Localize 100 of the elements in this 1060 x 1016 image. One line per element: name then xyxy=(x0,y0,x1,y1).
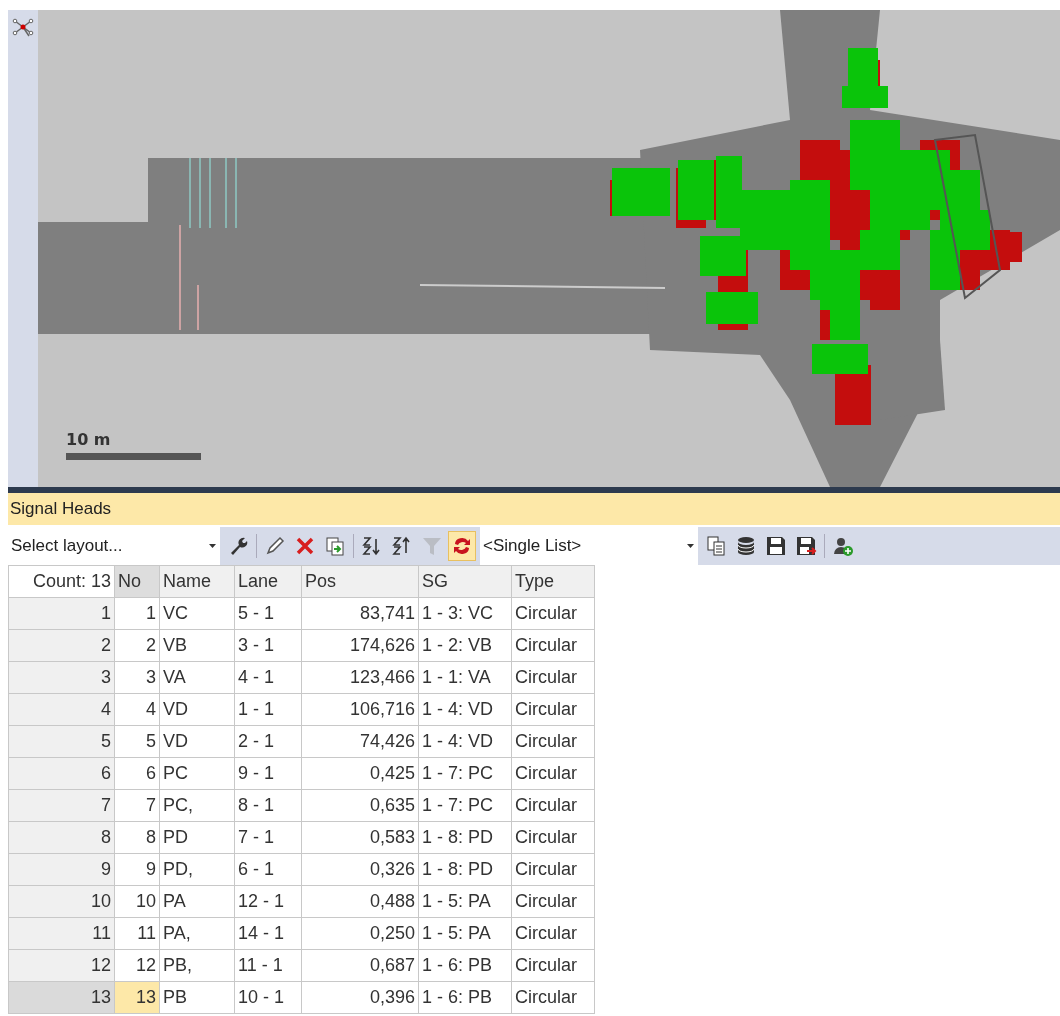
table-cell: 7 xyxy=(114,789,160,822)
row-header[interactable]: 9 xyxy=(8,853,115,886)
column-header[interactable]: Type xyxy=(511,565,595,598)
table-cell: 0,687 xyxy=(301,949,419,982)
table-cell: PA, xyxy=(159,917,235,950)
table-cell: 83,741 xyxy=(301,597,419,630)
table-cell: 1 - 8: PD xyxy=(418,821,512,854)
list-mode-dropdown[interactable]: <Single List> xyxy=(480,527,698,565)
table-cell: Circular xyxy=(511,949,595,982)
table-cell: PD, xyxy=(159,853,235,886)
table-cell: VD xyxy=(159,693,235,726)
column-header[interactable]: No xyxy=(114,565,160,598)
table-cell: 1 - 7: PC xyxy=(418,789,512,822)
row-header[interactable]: 13 xyxy=(8,981,115,1014)
table-cell: VB xyxy=(159,629,235,662)
table-cell: 1 - 7: PC xyxy=(418,757,512,790)
table-cell: Circular xyxy=(511,757,595,790)
layout-dropdown[interactable]: Select layout... xyxy=(8,527,220,565)
table-cell: Circular xyxy=(511,661,595,694)
table-cell: 1 - 5: PA xyxy=(418,917,512,950)
row-header[interactable]: 10 xyxy=(8,885,115,918)
panel-title: Signal Heads xyxy=(8,493,1060,525)
table-cell: 2 - 1 xyxy=(234,725,302,758)
count-header: Count: 13 xyxy=(8,565,115,598)
table-cell: 0,488 xyxy=(301,885,419,918)
table-cell: 3 xyxy=(114,661,160,694)
table-cell: 11 xyxy=(114,917,160,950)
column-header[interactable]: SG xyxy=(418,565,512,598)
table-cell: PD xyxy=(159,821,235,854)
table-cell: PB, xyxy=(159,949,235,982)
table-cell: 3 - 1 xyxy=(234,629,302,662)
table-cell: 5 - 1 xyxy=(234,597,302,630)
table-cell: 123,466 xyxy=(301,661,419,694)
table-cell: 9 xyxy=(114,853,160,886)
table-cell: 5 xyxy=(114,725,160,758)
sync-icon[interactable] xyxy=(448,531,476,561)
network-node-icon[interactable] xyxy=(12,16,34,38)
row-header[interactable]: 1 xyxy=(8,597,115,630)
table-cell: 8 - 1 xyxy=(234,789,302,822)
table-cell: Circular xyxy=(511,725,595,758)
table-cell: Circular xyxy=(511,789,595,822)
row-header[interactable]: 7 xyxy=(8,789,115,822)
column-header[interactable]: Name xyxy=(159,565,235,598)
row-header[interactable]: 11 xyxy=(8,917,115,950)
table-cell: 1 - 3: VC xyxy=(418,597,512,630)
table-cell: 4 - 1 xyxy=(234,661,302,694)
table-cell: 1 - 6: PB xyxy=(418,949,512,982)
column-header[interactable]: Lane xyxy=(234,565,302,598)
table-cell: 14 - 1 xyxy=(234,917,302,950)
table-cell: 174,626 xyxy=(301,629,419,662)
table-cell: 1 - 6: PB xyxy=(418,981,512,1014)
table-cell: 7 - 1 xyxy=(234,821,302,854)
table-cell: 1 - 2: VB xyxy=(418,629,512,662)
table-cell: PC, xyxy=(159,789,235,822)
table-cell: Circular xyxy=(511,917,595,950)
row-header[interactable]: 12 xyxy=(8,949,115,982)
table-cell: 11 - 1 xyxy=(234,949,302,982)
table-cell: 1 - 1: VA xyxy=(418,661,512,694)
table-cell: 8 xyxy=(114,821,160,854)
table-cell: Circular xyxy=(511,629,595,662)
table-cell: 0,583 xyxy=(301,821,419,854)
table-cell: Circular xyxy=(511,853,595,886)
table-cell: Circular xyxy=(511,981,595,1014)
table-cell: Circular xyxy=(511,885,595,918)
row-header[interactable]: 2 xyxy=(8,629,115,662)
table-cell: VA xyxy=(159,661,235,694)
table-cell: Circular xyxy=(511,693,595,726)
table-cell: 2 xyxy=(114,629,160,662)
caret-icon xyxy=(209,544,216,548)
table-cell: 0,250 xyxy=(301,917,419,950)
table-cell: 0,635 xyxy=(301,789,419,822)
table-cell: 1 - 4: VD xyxy=(418,725,512,758)
table-cell: 1 - 4: VD xyxy=(418,693,512,726)
table-cell: VD xyxy=(159,725,235,758)
table-cell: 4 xyxy=(114,693,160,726)
table-cell: 10 - 1 xyxy=(234,981,302,1014)
table-cell: 6 xyxy=(114,757,160,790)
table-cell: PA xyxy=(159,885,235,918)
table-cell: 1 - 8: PD xyxy=(418,853,512,886)
row-header[interactable]: 6 xyxy=(8,757,115,790)
table-cell: 0,396 xyxy=(301,981,419,1014)
row-header[interactable]: 5 xyxy=(8,725,115,758)
table-cell: Circular xyxy=(511,597,595,630)
table-cell: 0,326 xyxy=(301,853,419,886)
table-cell: 106,716 xyxy=(301,693,419,726)
table-cell: 1 xyxy=(114,597,160,630)
table-cell: 1 - 5: PA xyxy=(418,885,512,918)
table-cell: 74,426 xyxy=(301,725,419,758)
table-cell: VC xyxy=(159,597,235,630)
row-header[interactable]: 4 xyxy=(8,693,115,726)
table-cell: 9 - 1 xyxy=(234,757,302,790)
table-cell: 0,425 xyxy=(301,757,419,790)
table-cell: Circular xyxy=(511,821,595,854)
column-header[interactable]: Pos xyxy=(301,565,419,598)
row-header[interactable]: 8 xyxy=(8,821,115,854)
caret-icon xyxy=(687,544,694,548)
table-cell: 10 xyxy=(114,885,160,918)
row-header[interactable]: 3 xyxy=(8,661,115,694)
table-cell: 6 - 1 xyxy=(234,853,302,886)
table-cell: 12 - 1 xyxy=(234,885,302,918)
